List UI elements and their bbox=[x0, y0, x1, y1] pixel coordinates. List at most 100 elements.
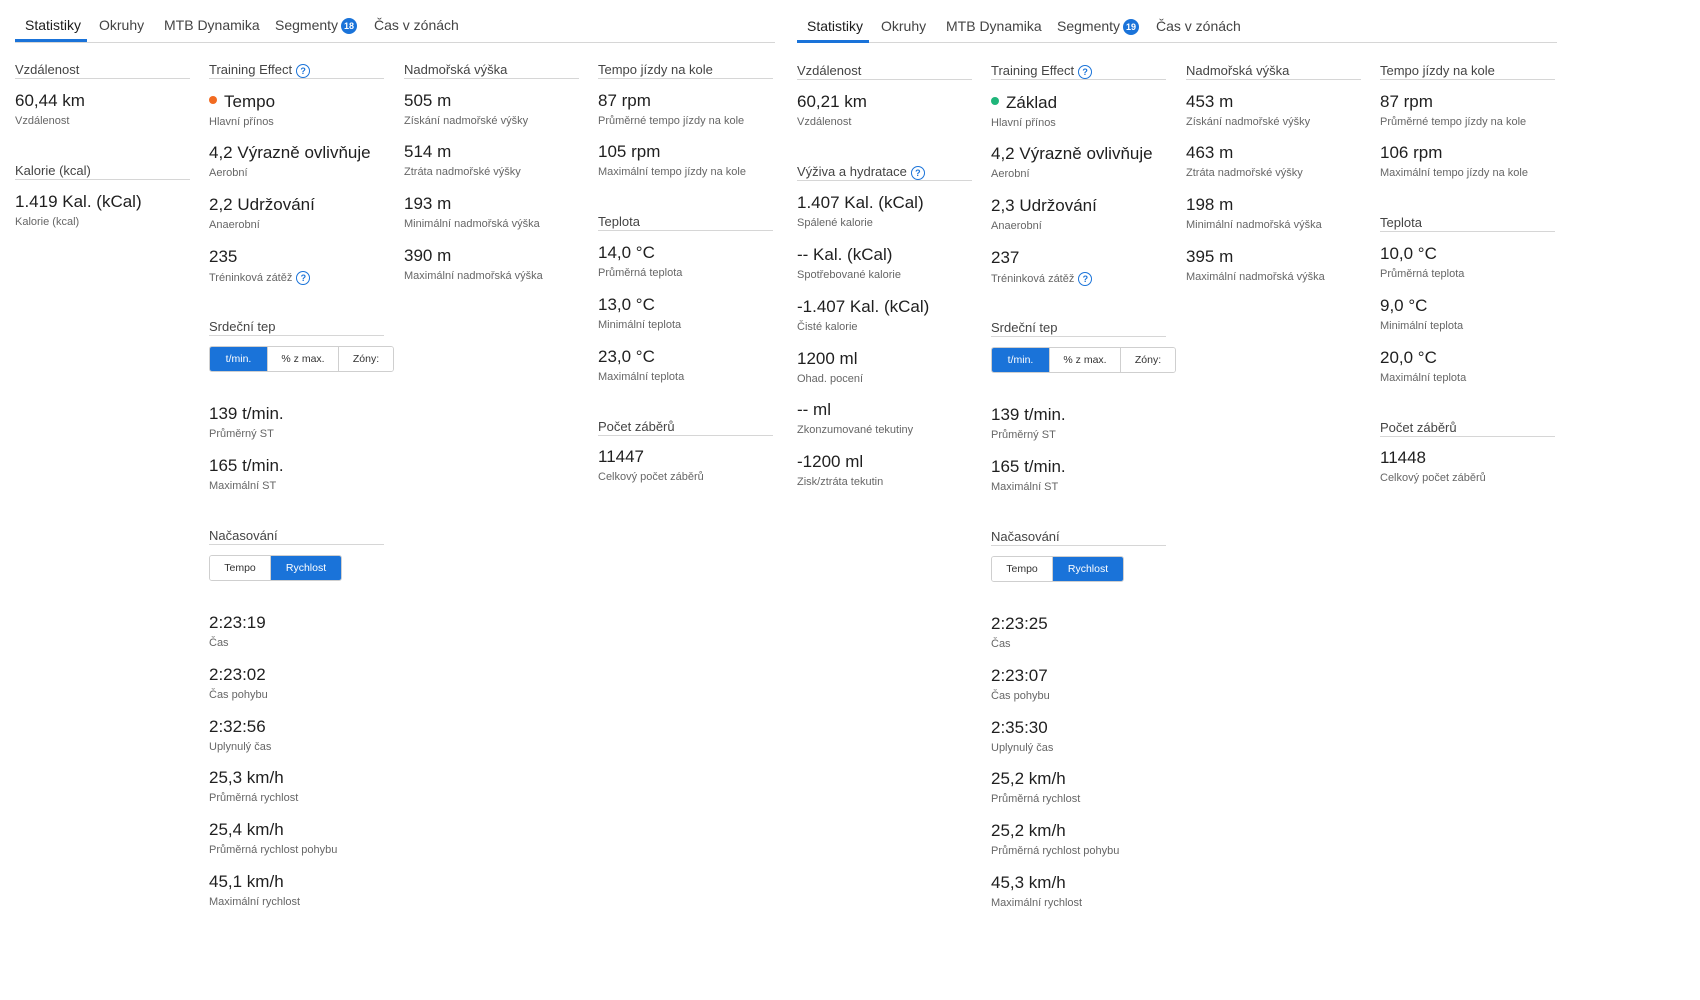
stat-time: 2:23:19 Čas bbox=[209, 613, 266, 649]
help-icon[interactable]: ? bbox=[296, 64, 311, 78]
stat-max-speed: 45,3 km/h Maximální rychlost bbox=[991, 873, 1083, 909]
stat-consumed-calories: -- Kal. (kCal) Spotřebované kalorie bbox=[797, 245, 901, 281]
stat-training-load: 237 Tréninková zátěž? bbox=[991, 248, 1181, 286]
stat-elevation-loss: 514 m Ztráta nadmořské výšky bbox=[404, 142, 521, 178]
section-header-elevation: Nadmořská výška bbox=[404, 62, 579, 79]
timing-mode-tempo[interactable]: Tempo bbox=[210, 556, 270, 580]
stat-anaerobic: 2,2 Udržování Anaerobní bbox=[209, 195, 315, 231]
stat-max-temperature: 20,0 °C Maximální teplota bbox=[1380, 348, 1467, 384]
stat-fluids-consumed: -- ml Zkonzumované tekutiny bbox=[797, 400, 914, 436]
tab-mtb-dynamika[interactable]: MTB Dynamika bbox=[164, 17, 260, 33]
stat-min-temperature: 13,0 °C Minimální teplota bbox=[598, 295, 682, 331]
stat-avg-speed: 25,3 km/h Průměrná rychlost bbox=[209, 768, 299, 804]
section-header-cadence: Tempo jízdy na kole bbox=[598, 62, 773, 79]
stat-elevation-gain: 505 m Získání nadmořské výšky bbox=[404, 91, 529, 127]
tab-segmenty[interactable]: Segmenty 18 bbox=[275, 17, 358, 34]
stat-burned-calories: 1.407 Kal. (kCal) Spálené kalorie bbox=[797, 193, 924, 229]
stat-max-cadence: 106 rpm Maximální tempo jízdy na kole bbox=[1380, 143, 1528, 179]
hr-unit-zones[interactable]: Zóny: bbox=[1120, 348, 1175, 372]
activity-panel-left: Statistiky Okruhy MTB Dynamika Segmenty 1… bbox=[15, 0, 775, 1000]
stat-sweat-loss: 1200 ml Ohad. pocení bbox=[797, 349, 864, 385]
stat-fluid-net: -1200 ml Zisk/ztráta tekutin bbox=[797, 452, 884, 488]
timing-mode-toggle: Tempo Rychlost bbox=[991, 556, 1124, 582]
section-header-strokes: Počet záběrů bbox=[1380, 420, 1555, 437]
active-tab-indicator bbox=[797, 40, 869, 43]
stat-anaerobic: 2,3 Udržování Anaerobní bbox=[991, 196, 1097, 232]
heart-rate-unit-toggle: t/min. % z max. Zóny: bbox=[991, 347, 1176, 373]
section-header-heart-rate: Srdeční tep bbox=[209, 319, 384, 336]
section-header-training-effect: Training Effect? bbox=[991, 63, 1166, 80]
tab-statistiky[interactable]: Statistiky bbox=[807, 18, 863, 34]
stat-min-temperature: 9,0 °C Minimální teplota bbox=[1380, 296, 1464, 332]
tab-segmenty[interactable]: Segmenty 19 bbox=[1057, 18, 1140, 35]
stat-elapsed-time: 2:35:30 Uplynulý čas bbox=[991, 718, 1054, 754]
stat-primary-benefit: Základ Hlavní přínos bbox=[991, 93, 1058, 129]
stat-elapsed-time: 2:32:56 Uplynulý čas bbox=[209, 717, 272, 753]
timing-mode-tempo[interactable]: Tempo bbox=[992, 557, 1052, 581]
stat-aerobic: 4,2 Výrazně ovlivňuje Aerobní bbox=[991, 144, 1153, 180]
stat-distance: 60,44 km Vzdálenost bbox=[15, 91, 85, 127]
tab-okruhy[interactable]: Okruhy bbox=[99, 17, 144, 33]
stat-total-strokes: 11448 Celkový počet záběrů bbox=[1380, 448, 1486, 484]
stat-moving-time: 2:23:07 Čas pohybu bbox=[991, 666, 1050, 702]
stat-avg-temperature: 14,0 °C Průměrná teplota bbox=[598, 243, 683, 279]
tab-statistiky[interactable]: Statistiky bbox=[25, 17, 81, 33]
section-header-heart-rate: Srdeční tep bbox=[991, 320, 1166, 337]
tab-bar: Statistiky Okruhy MTB Dynamika Segmenty 1… bbox=[15, 0, 775, 43]
tab-cas-v-zonach[interactable]: Čas v zónách bbox=[1156, 18, 1241, 34]
stat-max-cadence: 105 rpm Maximální tempo jízdy na kole bbox=[598, 142, 746, 178]
stat-max-temperature: 23,0 °C Maximální teplota bbox=[598, 347, 685, 383]
activity-panel-right: Statistiky Okruhy MTB Dynamika Segmenty 1… bbox=[797, 0, 1557, 1000]
timing-mode-toggle: Tempo Rychlost bbox=[209, 555, 342, 581]
stat-avg-moving-speed: 25,2 km/h Průměrná rychlost pohybu bbox=[991, 821, 1120, 857]
segment-count-badge: 18 bbox=[341, 18, 358, 34]
section-header-distance: Vzdálenost bbox=[797, 63, 972, 80]
stat-calories: 1.419 Kal. (kCal) Kalorie (kcal) bbox=[15, 192, 142, 228]
stat-elevation-gain: 453 m Získání nadmořské výšky bbox=[1186, 92, 1311, 128]
stat-elevation-loss: 463 m Ztráta nadmořské výšky bbox=[1186, 143, 1303, 179]
stat-max-elevation: 395 m Maximální nadmořská výška bbox=[1186, 247, 1325, 283]
stat-net-calories: -1.407 Kal. (kCal) Čisté kalorie bbox=[797, 297, 930, 333]
base-dot-icon bbox=[991, 97, 999, 105]
tab-cas-v-zonach[interactable]: Čas v zónách bbox=[374, 17, 459, 33]
hr-unit-percent-max[interactable]: % z max. bbox=[1049, 348, 1120, 372]
hr-unit-zones[interactable]: Zóny: bbox=[338, 347, 393, 371]
help-icon[interactable]: ? bbox=[1078, 65, 1093, 79]
segment-count-badge: 19 bbox=[1123, 19, 1140, 35]
stat-avg-speed: 25,2 km/h Průměrná rychlost bbox=[991, 769, 1081, 805]
section-header-timing: Načasování bbox=[991, 529, 1166, 546]
stat-max-hr: 165 t/min. Maximální ST bbox=[991, 457, 1066, 493]
help-icon[interactable]: ? bbox=[910, 166, 925, 180]
hr-unit-bpm[interactable]: t/min. bbox=[992, 348, 1049, 372]
tab-mtb-dynamika[interactable]: MTB Dynamika bbox=[946, 18, 1042, 34]
section-header-distance: Vzdálenost bbox=[15, 62, 190, 79]
stat-training-load: 235 Tréninková zátěž? bbox=[209, 247, 399, 285]
tab-bar: Statistiky Okruhy MTB Dynamika Segmenty 1… bbox=[797, 0, 1557, 43]
heart-rate-unit-toggle: t/min. % z max. Zóny: bbox=[209, 346, 394, 372]
stat-max-hr: 165 t/min. Maximální ST bbox=[209, 456, 284, 492]
stat-max-speed: 45,1 km/h Maximální rychlost bbox=[209, 872, 301, 908]
stat-total-strokes: 11447 Celkový počet záběrů bbox=[598, 447, 704, 483]
timing-mode-rychlost[interactable]: Rychlost bbox=[270, 556, 341, 580]
timing-mode-rychlost[interactable]: Rychlost bbox=[1052, 557, 1123, 581]
tab-okruhy[interactable]: Okruhy bbox=[881, 18, 926, 34]
stat-time: 2:23:25 Čas bbox=[991, 614, 1048, 650]
help-icon[interactable]: ? bbox=[296, 271, 311, 285]
section-header-timing: Načasování bbox=[209, 528, 384, 545]
stat-min-elevation: 198 m Minimální nadmořská výška bbox=[1186, 195, 1322, 231]
section-header-nutrition: Výživa a hydratace? bbox=[797, 164, 972, 181]
stat-aerobic: 4,2 Výrazně ovlivňuje Aerobní bbox=[209, 143, 371, 179]
stat-avg-cadence: 87 rpm Průměrné tempo jízdy na kole bbox=[598, 91, 745, 127]
hr-unit-bpm[interactable]: t/min. bbox=[210, 347, 267, 371]
section-header-elevation: Nadmořská výška bbox=[1186, 63, 1361, 80]
stat-primary-benefit: Tempo Hlavní přínos bbox=[209, 92, 276, 128]
section-header-temperature: Teplota bbox=[1380, 215, 1555, 232]
stat-avg-temperature: 10,0 °C Průměrná teplota bbox=[1380, 244, 1465, 280]
stat-distance: 60,21 km Vzdálenost bbox=[797, 92, 867, 128]
section-header-temperature: Teplota bbox=[598, 214, 773, 231]
stat-moving-time: 2:23:02 Čas pohybu bbox=[209, 665, 268, 701]
help-icon[interactable]: ? bbox=[1078, 272, 1093, 286]
stat-max-elevation: 390 m Maximální nadmořská výška bbox=[404, 246, 543, 282]
hr-unit-percent-max[interactable]: % z max. bbox=[267, 347, 338, 371]
tempo-dot-icon bbox=[209, 96, 217, 104]
